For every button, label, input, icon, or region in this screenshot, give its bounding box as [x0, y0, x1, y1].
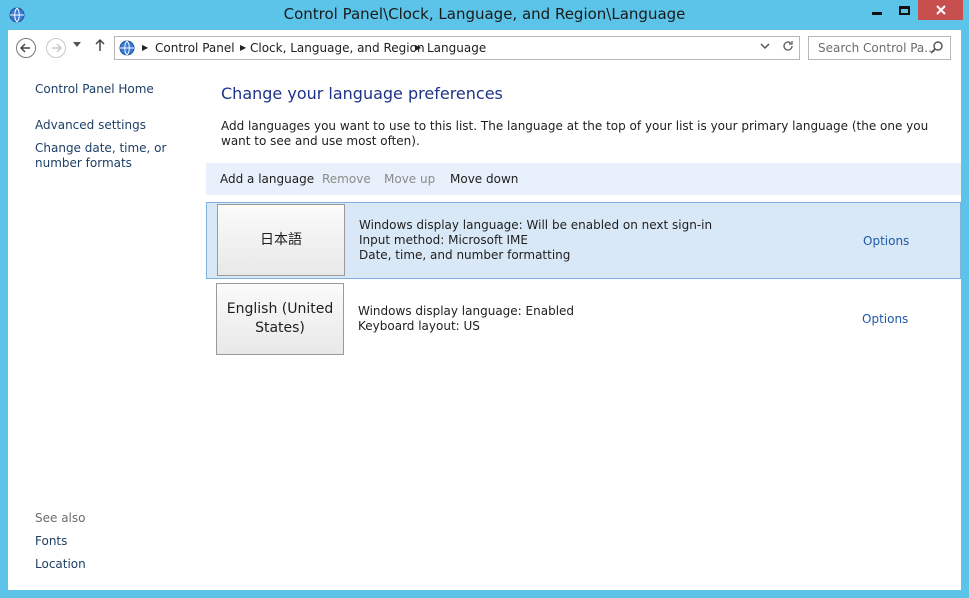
- remove-button[interactable]: Remove: [322, 172, 371, 186]
- language-row-japanese[interactable]: 日本語 Windows display language: Will be en…: [206, 202, 961, 279]
- title-bar: Control Panel\Clock, Language, and Regio…: [0, 0, 969, 30]
- breadcrumb-separator-icon[interactable]: ▶: [240, 43, 246, 52]
- search-box[interactable]: Search Control Pa...: [808, 36, 951, 60]
- search-icon[interactable]: [930, 40, 944, 57]
- back-arrow-icon: [20, 43, 30, 53]
- language-details: Windows display language: Will be enable…: [359, 218, 712, 263]
- change-date-time-formats-link[interactable]: Change date, time, or number formats: [35, 141, 203, 171]
- language-row-english[interactable]: English (United States) Windows display …: [206, 281, 961, 358]
- forward-arrow-icon: [52, 43, 62, 53]
- recent-locations-dropdown[interactable]: [73, 41, 81, 51]
- search-input[interactable]: Search Control Pa...: [818, 41, 936, 55]
- address-bar[interactable]: ▶ Control Panel ▶ Clock, Language, and R…: [114, 36, 800, 60]
- language-toolbar: Add a language Remove Move up Move down: [206, 163, 961, 195]
- maximize-icon: [899, 5, 910, 15]
- breadcrumb-separator-icon[interactable]: ▶: [142, 43, 148, 52]
- language-tile-japanese[interactable]: 日本語: [217, 204, 345, 276]
- chevron-down-icon: [73, 42, 81, 47]
- maximize-button[interactable]: [891, 0, 918, 20]
- language-detail-line: Date, time, and number formatting: [359, 248, 571, 262]
- control-panel-globe-icon: [118, 39, 136, 57]
- up-button[interactable]: [94, 38, 106, 56]
- move-down-button[interactable]: Move down: [450, 172, 518, 186]
- control-panel-window: Control Panel\Clock, Language, and Regio…: [0, 0, 969, 598]
- control-panel-home-link[interactable]: Control Panel Home: [35, 82, 154, 97]
- move-up-button[interactable]: Move up: [384, 172, 435, 186]
- refresh-button[interactable]: [781, 39, 795, 57]
- minimize-button[interactable]: [863, 0, 891, 20]
- client-area: ▶ Control Panel ▶ Clock, Language, and R…: [8, 30, 961, 590]
- page-title: Change your language preferences: [221, 84, 503, 103]
- breadcrumb-language[interactable]: Language: [427, 41, 486, 55]
- left-pane: Control Panel Home Advanced settings Cha…: [8, 66, 208, 590]
- refresh-icon: [783, 41, 793, 51]
- language-detail-line: Windows display language: Enabled: [358, 304, 575, 318]
- fonts-link[interactable]: Fonts: [35, 534, 67, 549]
- minimize-icon: [872, 11, 882, 15]
- options-link-japanese[interactable]: Options: [863, 234, 909, 248]
- see-also-heading: See also: [35, 511, 86, 525]
- location-link[interactable]: Location: [35, 557, 86, 572]
- address-history-dropdown[interactable]: [760, 42, 770, 53]
- close-icon: [935, 5, 946, 15]
- close-button[interactable]: [918, 0, 963, 20]
- options-link-english[interactable]: Options: [862, 312, 908, 326]
- language-detail-line: Input method: Microsoft IME: [359, 233, 528, 247]
- window-title: Control Panel\Clock, Language, and Regio…: [283, 5, 686, 23]
- advanced-settings-link[interactable]: Advanced settings: [35, 118, 146, 133]
- add-language-button[interactable]: Add a language: [220, 172, 314, 186]
- back-button[interactable]: [16, 38, 36, 58]
- language-tile-english[interactable]: English (United States): [216, 283, 344, 355]
- language-detail-line: Keyboard layout: US: [358, 319, 480, 333]
- breadcrumb-separator-icon[interactable]: ▶: [415, 43, 421, 52]
- up-arrow-icon: [95, 38, 105, 51]
- language-detail-line: Windows display language: Will be enable…: [359, 218, 713, 232]
- page-description: Add languages you want to use to this li…: [221, 119, 929, 148]
- forward-button[interactable]: [46, 38, 66, 58]
- breadcrumb-clock-language-region[interactable]: Clock, Language, and Region: [250, 41, 425, 55]
- breadcrumb-control-panel[interactable]: Control Panel: [155, 41, 235, 55]
- chevron-down-icon: [760, 43, 770, 50]
- navigation-bar: ▶ Control Panel ▶ Clock, Language, and R…: [8, 30, 961, 66]
- language-details: Windows display language: Enabled Keyboa…: [358, 304, 574, 334]
